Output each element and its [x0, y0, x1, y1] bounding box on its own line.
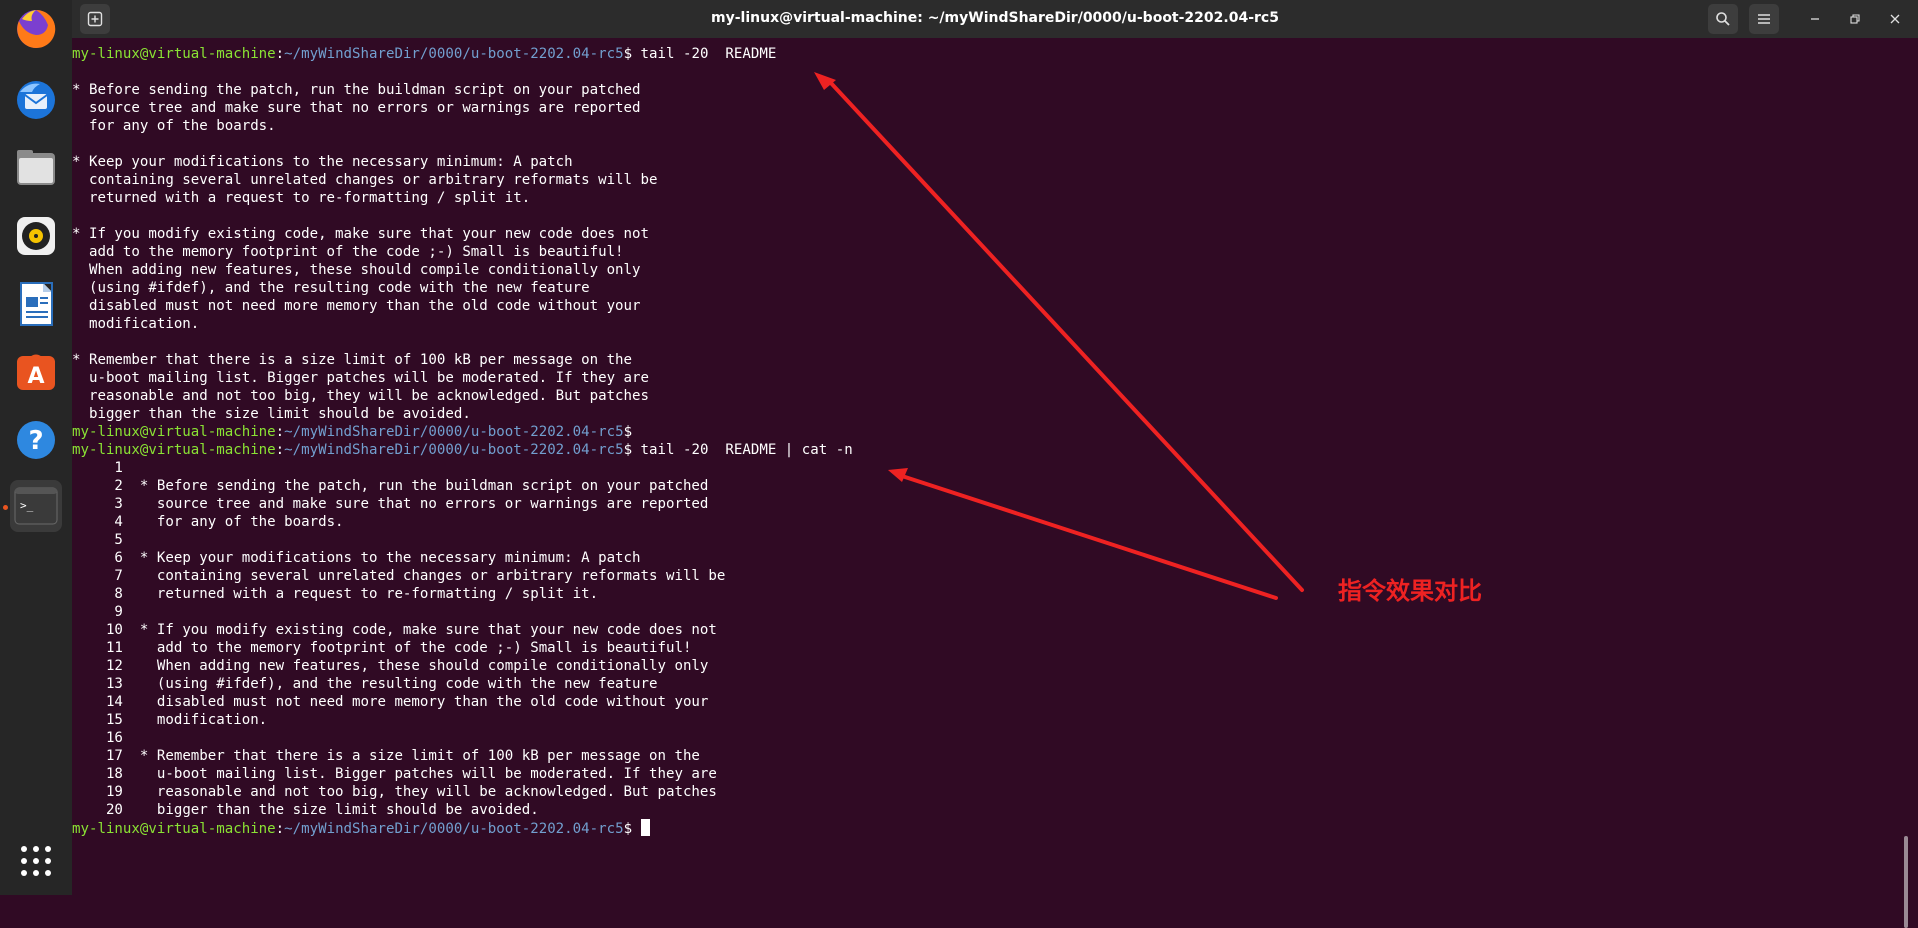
annotation-arrows	[814, 72, 1304, 600]
annotation-label: 指令效果对比	[1338, 577, 1482, 605]
arrow-to-second-command	[900, 474, 1278, 600]
arrow-to-first-command	[828, 80, 1304, 592]
arrowhead-second	[888, 468, 908, 482]
